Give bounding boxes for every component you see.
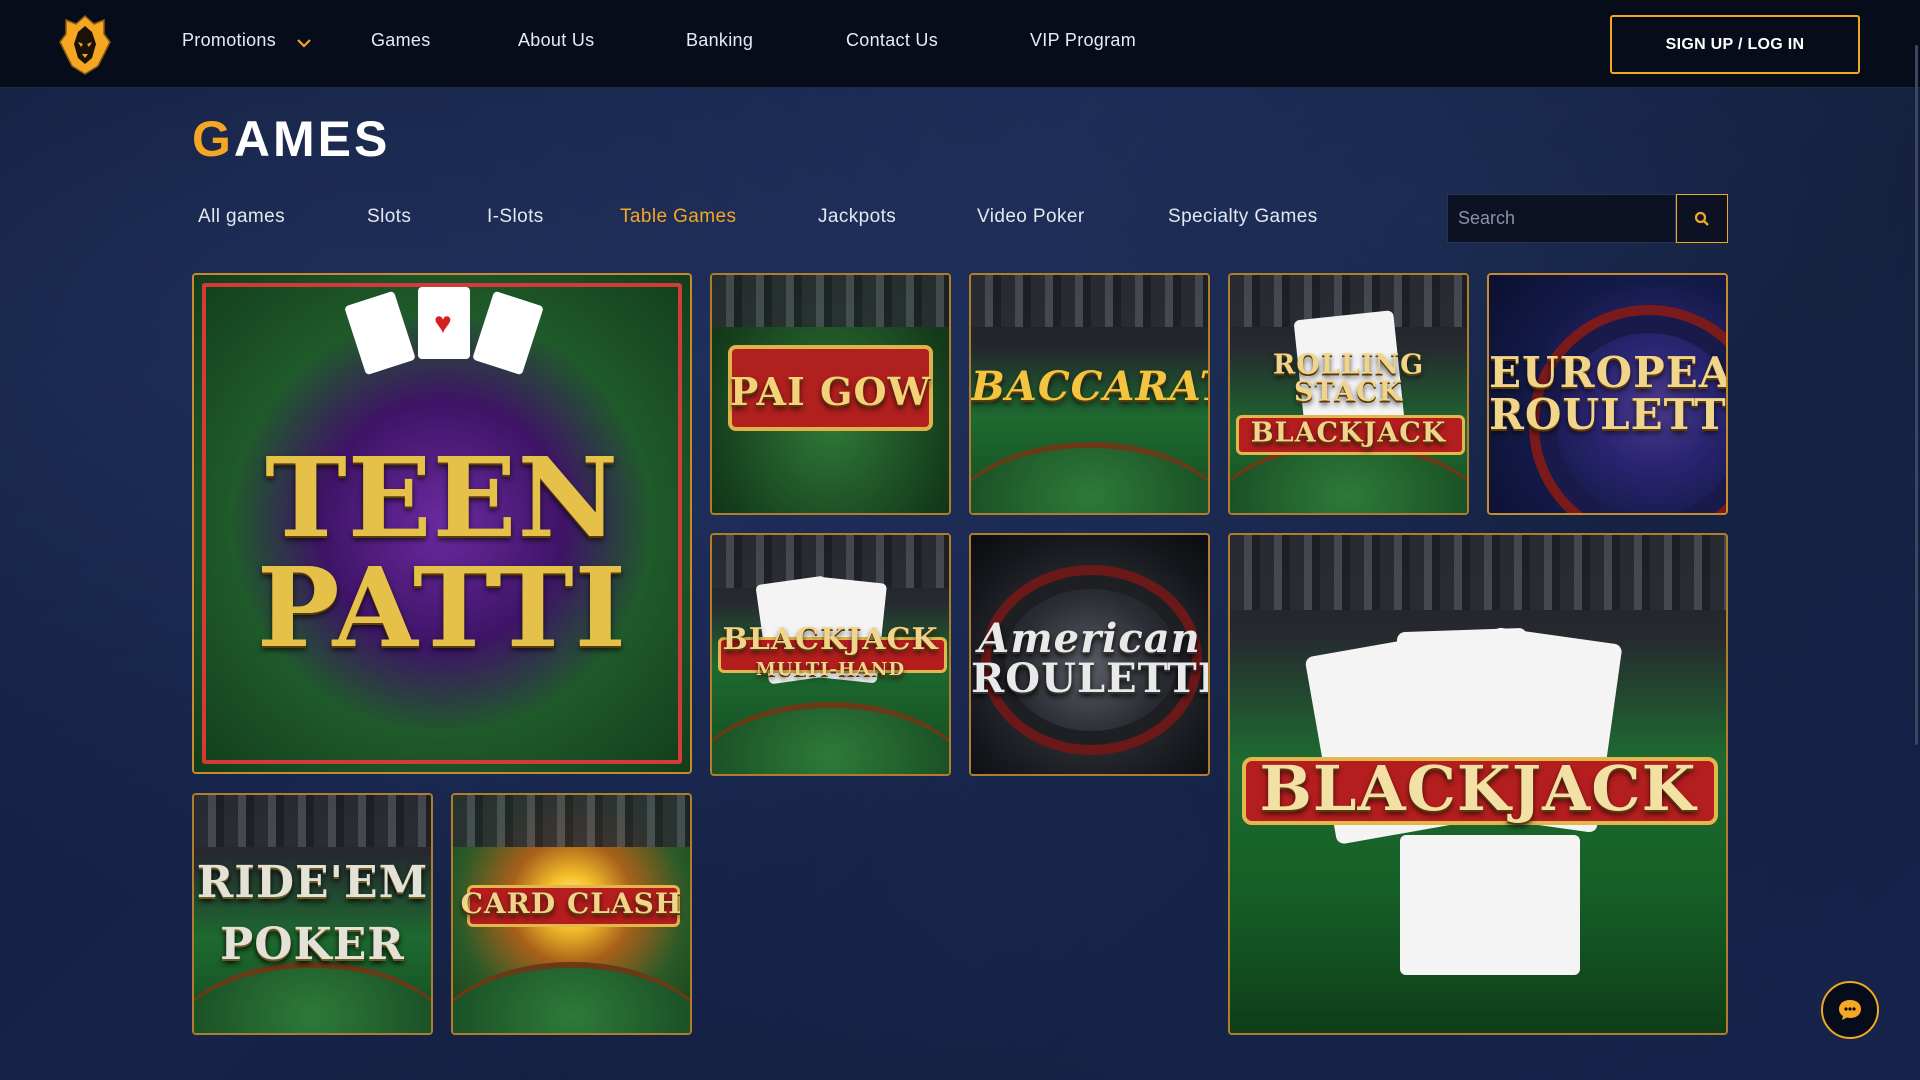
- game-title: EUROPEAN ROULETTE: [1489, 348, 1727, 439]
- live-chat-button[interactable]: [1821, 981, 1879, 1039]
- game-title: American ROULETTE: [971, 615, 1210, 703]
- game-tile-rolling-stack-blackjack[interactable]: ROLLING STACK BLACKJACK: [1228, 273, 1469, 515]
- chip-rail: [971, 275, 1208, 328]
- game-title: BACCARAT: [971, 362, 1210, 410]
- chevron-down-icon[interactable]: [297, 38, 311, 48]
- sign-up-log-in-button[interactable]: SIGN UP / LOG IN: [1610, 15, 1860, 74]
- page-scrollbar[interactable]: [1915, 45, 1918, 745]
- game-tile-teen-patti[interactable]: ♥ TEEN PATTI: [192, 273, 692, 774]
- search-button[interactable]: [1676, 194, 1728, 243]
- game-title: CARD CLASH: [460, 887, 683, 921]
- game-title: PAI GOW: [729, 368, 932, 414]
- playing-cards-icon: ♥: [334, 287, 554, 377]
- tab-specialty-games[interactable]: Specialty Games: [1168, 206, 1318, 228]
- nav-banking[interactable]: Banking: [686, 30, 753, 51]
- game-tile-blackjack-multi-hand[interactable]: BLACKJACK MULTI-HAND: [710, 533, 951, 776]
- chip-rail: [453, 795, 690, 848]
- tab-all-games[interactable]: All games: [198, 206, 285, 228]
- chip-rail: [1230, 535, 1726, 610]
- nav-games[interactable]: Games: [371, 30, 431, 51]
- game-title: TEEN PATTI: [256, 433, 628, 673]
- tab-i-slots[interactable]: I-Slots: [487, 206, 544, 228]
- tab-video-poker[interactable]: Video Poker: [977, 206, 1085, 228]
- game-title: BLACKJACK: [1259, 751, 1697, 825]
- search-icon: [1694, 211, 1709, 226]
- game-tile-ride-em-poker[interactable]: RIDE'EM POKER: [192, 793, 433, 1035]
- game-title: ROLLING STACK BLACKJACK: [1250, 349, 1447, 449]
- chip-rail: [712, 275, 949, 328]
- game-tile-blackjack[interactable]: BLACKJACK: [1228, 533, 1728, 1035]
- tab-slots[interactable]: Slots: [367, 206, 411, 228]
- tab-table-games[interactable]: Table Games: [620, 206, 736, 228]
- nav-contact-us[interactable]: Contact Us: [846, 30, 938, 51]
- page-title: GAMES: [192, 110, 390, 168]
- tab-jackpots[interactable]: Jackpots: [818, 206, 896, 228]
- page-title-rest: AMES: [233, 111, 391, 167]
- page-title-accent: G: [192, 111, 234, 167]
- search-input[interactable]: [1447, 194, 1676, 243]
- playing-card: [1400, 835, 1580, 975]
- game-tile-european-roulette[interactable]: EUROPEAN ROULETTE: [1487, 273, 1728, 515]
- top-navigation-bar: Promotions Games About Us Banking Contac…: [0, 0, 1920, 88]
- chat-bubble-icon: [1839, 1000, 1861, 1020]
- chip-rail: [194, 795, 431, 848]
- nav-vip-program[interactable]: VIP Program: [1030, 30, 1136, 51]
- game-tile-baccarat[interactable]: BACCARAT: [969, 273, 1210, 515]
- nav-promotions[interactable]: Promotions: [182, 30, 276, 51]
- game-title: RIDE'EM POKER: [196, 857, 429, 970]
- game-title: BLACKJACK MULTI-HAND: [722, 622, 939, 681]
- game-tile-pai-gow[interactable]: PAI GOW: [710, 273, 951, 515]
- nav-about-us[interactable]: About Us: [518, 30, 594, 51]
- game-tile-american-roulette[interactable]: American ROULETTE: [969, 533, 1210, 776]
- game-tile-card-clash[interactable]: CARD CLASH: [451, 793, 692, 1035]
- lion-head-icon[interactable]: [58, 14, 112, 76]
